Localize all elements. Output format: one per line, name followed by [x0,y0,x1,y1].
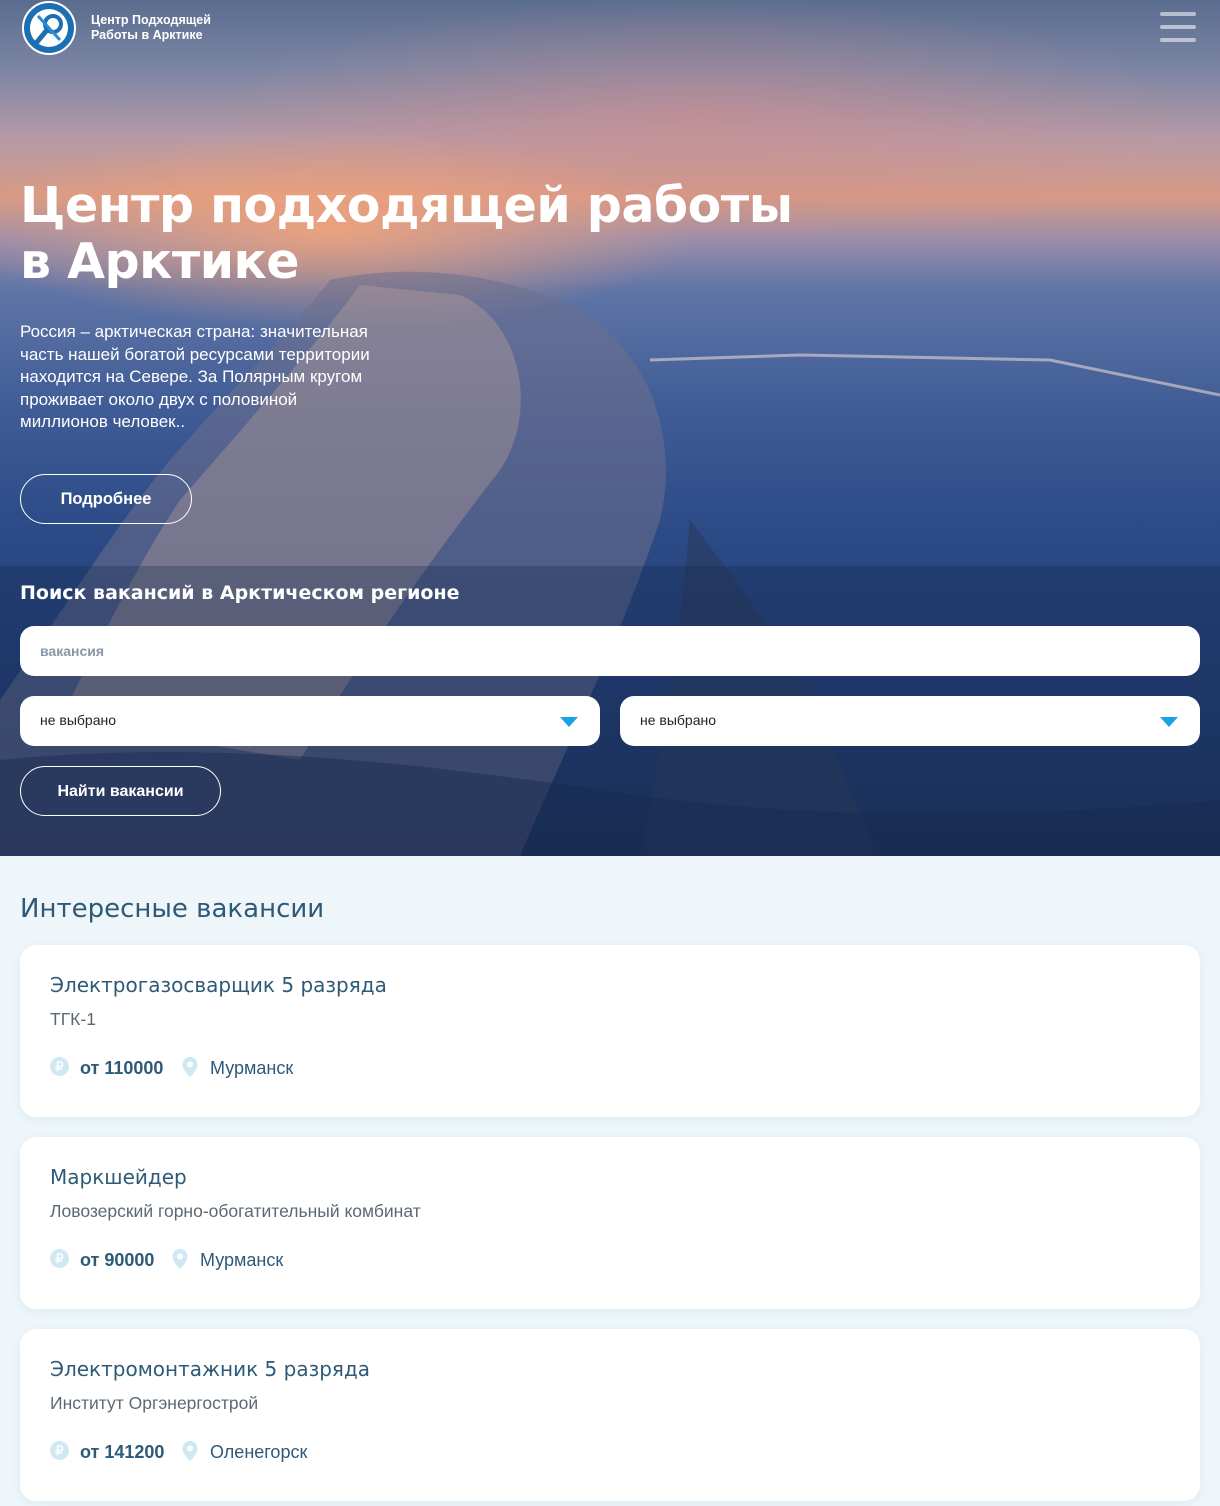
site-header: Центр Подходящей Работы в Арктике [20,0,1200,56]
logo-text-line1: Центр Подходящей [91,13,211,27]
location-pin-icon [172,1249,188,1269]
hero-description: Россия – арктическая страна: значительна… [20,322,370,431]
chevron-down-icon [1160,717,1178,727]
vacancy-card[interactable]: Электрогазосварщик 5 разряда ТГК-1 ₽ от … [20,945,1200,1117]
vacancy-company: Ловозерский горно-обогатительный комбина… [50,1201,421,1221]
logo-text[interactable]: Центр Подходящей Работы в Арктике [91,13,231,43]
region-select[interactable]: не выбрано [20,696,600,746]
vacancy-title[interactable]: Электрогазосварщик 5 разряда [50,973,387,997]
ruble-icon: ₽ [50,1441,69,1460]
vacancy-city: Оленегорск [210,1442,308,1462]
vacancy-card[interactable]: Маркшейдер Ловозерский горно-обогатитель… [20,1137,1200,1309]
vacancy-company: ТГК-1 [50,1009,96,1029]
more-button[interactable]: Подробнее [20,474,192,524]
vacancy-search-input[interactable] [20,626,1200,676]
category-select[interactable]: не выбрано [620,696,1200,746]
vacancy-salary: от 90000 [80,1250,155,1270]
hamburger-menu-icon[interactable] [1160,12,1196,42]
vacancy-card[interactable]: Электромонтажник 5 разряда Институт Оргэ… [20,1329,1200,1501]
ruble-icon: ₽ [50,1249,69,1268]
vacancy-title[interactable]: Маркшейдер [50,1165,187,1189]
category-select-value: не выбрано [640,712,717,728]
chevron-down-icon [560,717,578,727]
vacancy-city: Мурманск [200,1250,284,1270]
vacancy-city: Мурманск [210,1058,294,1078]
hero-title: Центр подходящей работы в Арктике [20,177,793,290]
vacancy-salary: от 141200 [80,1442,165,1462]
logo-text-line2: Работы в Арктике [91,28,203,42]
hero-section: Центр Подходящей Работы в Арктике Центр … [0,0,1220,856]
search-title: Поиск вакансий в Арктическом регионе [20,582,460,604]
vacancy-salary: от 110000 [80,1058,164,1078]
find-vacancies-button[interactable]: Найти вакансии [20,766,221,816]
region-select-value: не выбрано [40,712,117,728]
section-title: Интересные вакансии [20,894,325,924]
vacancy-company: Институт Оргэнергострой [50,1393,259,1413]
location-pin-icon [182,1441,198,1461]
location-pin-icon [182,1057,198,1077]
logo-emblem-icon[interactable] [22,1,76,55]
vacancy-title[interactable]: Электромонтажник 5 разряда [50,1357,370,1381]
ruble-icon: ₽ [50,1057,69,1076]
interesting-vacancies-section: Интересные вакансии Электрогазосварщик 5… [0,856,1220,1506]
